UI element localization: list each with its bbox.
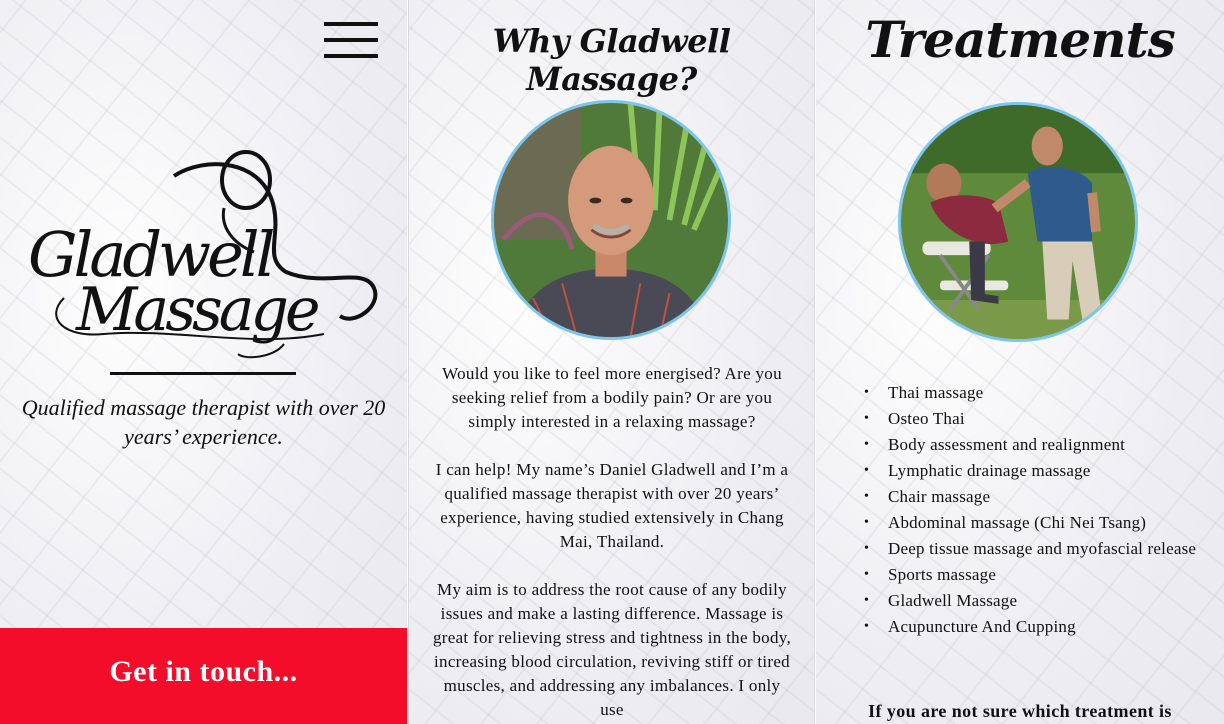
why-paragraph: I can help! My name’s Daniel Gladwell an… <box>435 460 789 551</box>
treatment-item: Osteo Thai <box>864 406 1204 432</box>
gladwell-massage-logo: Gladwell Massage <box>24 148 384 368</box>
treatment-item: Lymphatic drainage massage <box>864 458 1204 484</box>
svg-text:Massage: Massage <box>75 275 318 345</box>
treatment-item: Abdominal massage (Chi Nei Tsang) <box>864 510 1204 536</box>
tagline: Qualified massage therapist with over 20… <box>21 395 386 449</box>
treatment-note: If you are not sure which treatment is <box>868 701 1172 721</box>
treatments-title: Treatments <box>865 10 1176 69</box>
treatment-item: Acupuncture And Cupping <box>864 614 1204 640</box>
treatments-list: Thai massage Osteo Thai Body assessment … <box>864 380 1204 640</box>
divider <box>110 372 296 375</box>
why-title: Why Gladwell Massage? <box>492 22 731 98</box>
treatment-item: Chair massage <box>864 484 1204 510</box>
hero-panel: Gladwell Massage Qualified massage thera… <box>0 0 407 724</box>
why-paragraph: Would you like to feel more energised? A… <box>442 364 782 431</box>
treatment-item: Body assessment and realignment <box>864 432 1204 458</box>
treatment-item: Sports massage <box>864 562 1204 588</box>
daniel-portrait-photo <box>491 100 731 340</box>
why-paragraph: My aim is to address the root cause of a… <box>432 580 792 719</box>
why-panel: Why Gladwell Massage? Would you like to … <box>408 0 815 724</box>
treatment-item: Deep tissue massage and myofascial relea… <box>864 536 1204 562</box>
why-body-text: Would you like to feel more energised? A… <box>431 362 793 724</box>
get-in-touch-button[interactable]: Get in touch... <box>0 628 407 724</box>
treatment-item: Thai massage <box>864 380 1204 406</box>
chair-massage-photo <box>898 102 1138 342</box>
hamburger-menu-icon[interactable] <box>322 20 380 62</box>
treatments-panel: Treatments Thai massage Osteo Thai Body … <box>816 0 1224 724</box>
treatment-item: Gladwell Massage <box>864 588 1204 614</box>
